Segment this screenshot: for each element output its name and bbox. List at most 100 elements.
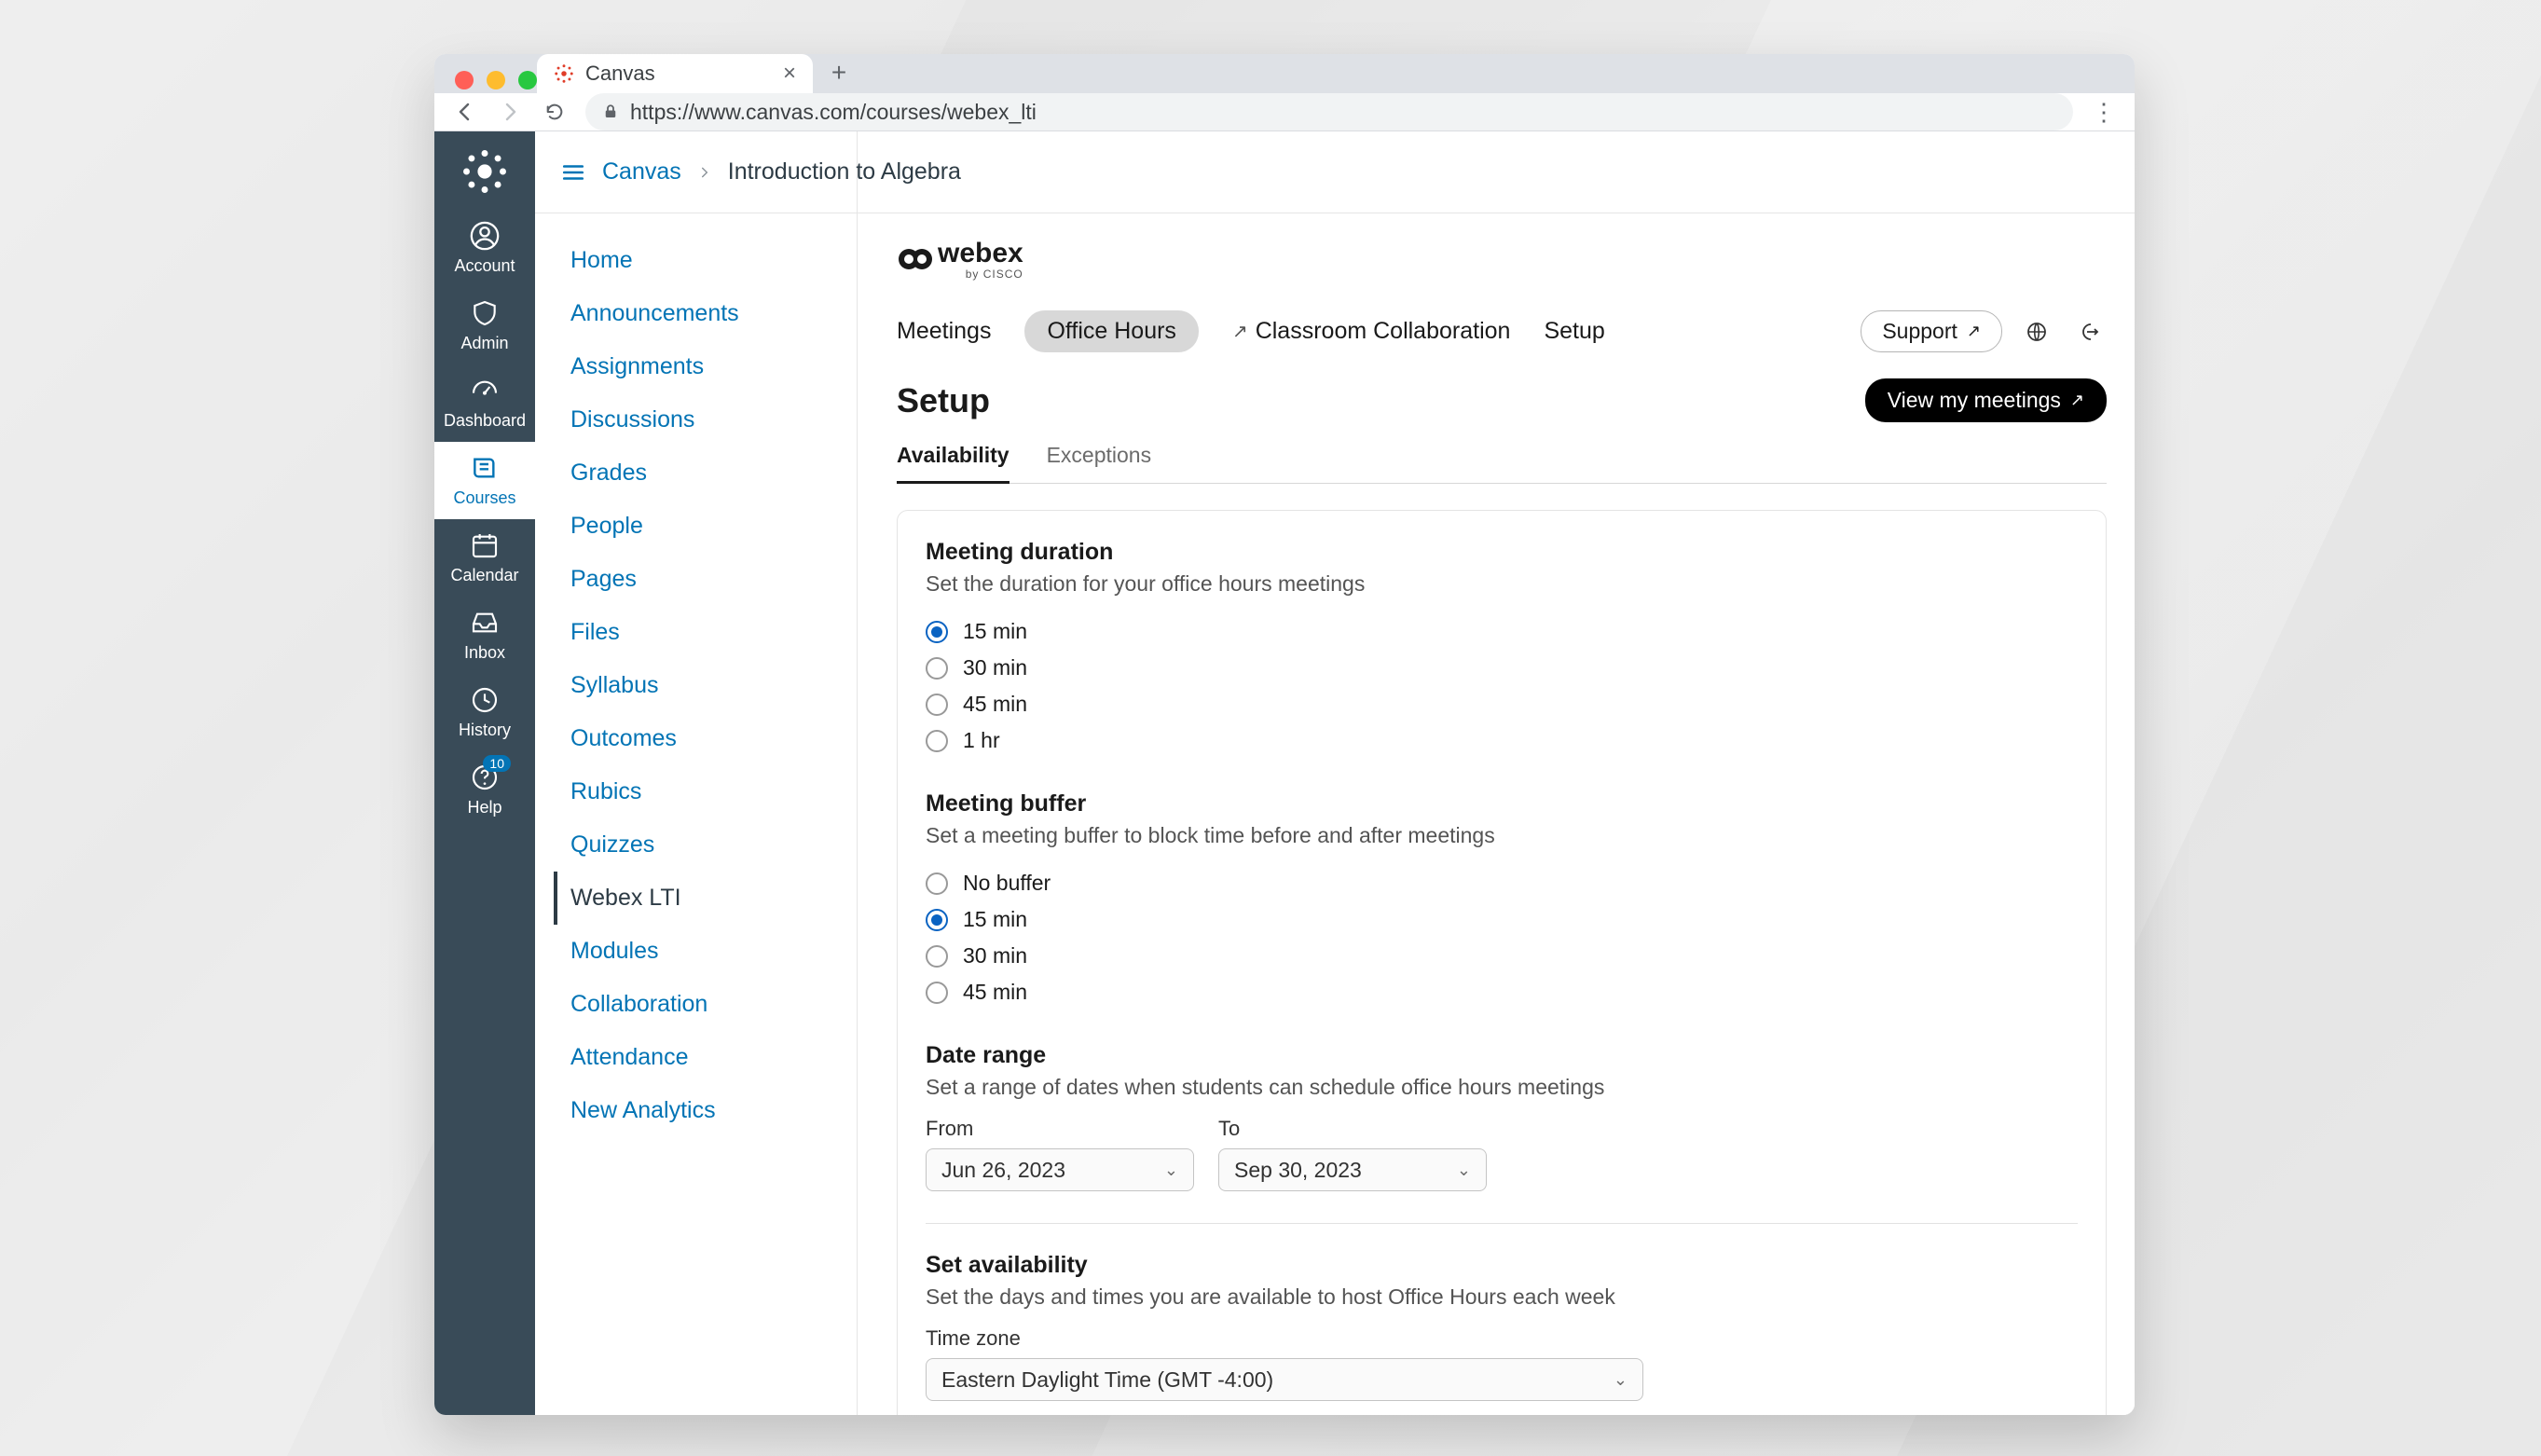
section-title: Set availability — [926, 1252, 2078, 1279]
browser-tab-bar: Canvas × + — [434, 54, 2135, 93]
section-title: Meeting duration — [926, 539, 2078, 566]
browser-menu-button[interactable]: ⋮ — [2090, 98, 2118, 127]
nav-reload-button[interactable] — [541, 98, 569, 126]
nav-rubics[interactable]: Rubics — [554, 765, 838, 818]
account-icon — [468, 219, 501, 253]
nav-announcements[interactable]: Announcements — [554, 287, 838, 340]
rail-item-account[interactable]: Account — [434, 210, 535, 287]
rail-label: Help — [467, 798, 501, 817]
section-title: Date range — [926, 1042, 2078, 1069]
dashboard-icon — [468, 374, 501, 407]
nav-assignments[interactable]: Assignments — [554, 340, 838, 393]
globe-icon[interactable] — [2019, 314, 2054, 350]
nav-discussions[interactable]: Discussions — [554, 393, 838, 446]
nav-quizzes[interactable]: Quizzes — [554, 818, 838, 872]
sign-out-icon[interactable] — [2071, 314, 2107, 350]
dropdown-value: Eastern Daylight Time (GMT -4:00) — [941, 1367, 1273, 1393]
view-my-meetings-button[interactable]: View my meetings ↗ — [1865, 378, 2107, 422]
rail-item-help[interactable]: 10 Help — [434, 751, 535, 829]
support-button[interactable]: Support ↗ — [1861, 310, 2002, 352]
course-nav: Home Announcements Assignments Discussio… — [535, 131, 858, 1415]
nav-attendance[interactable]: Attendance — [554, 1031, 838, 1084]
rail-item-inbox[interactable]: Inbox — [434, 597, 535, 674]
tab-office-hours[interactable]: Office Hours — [1024, 310, 1198, 352]
nav-new-analytics[interactable]: New Analytics — [554, 1084, 838, 1137]
view-meetings-label: View my meetings — [1888, 388, 2061, 413]
rail-label: Calendar — [450, 566, 518, 585]
page-title: Setup — [897, 381, 990, 420]
nav-files[interactable]: Files — [554, 606, 838, 659]
nav-syllabus[interactable]: Syllabus — [554, 659, 838, 712]
webex-logo: webex by CISCO — [897, 238, 2107, 279]
rail-item-courses[interactable]: Courses — [434, 442, 535, 519]
rail-label: Account — [454, 256, 515, 276]
browser-toolbar: https://www.canvas.com/courses/webex_lti… — [434, 93, 2135, 131]
section-title: Meeting buffer — [926, 790, 2078, 817]
webex-brand-text: webex — [938, 238, 1023, 268]
duration-option-45min[interactable]: 45 min — [926, 686, 2078, 722]
nav-back-button[interactable] — [451, 98, 479, 126]
nav-grades[interactable]: Grades — [554, 446, 838, 500]
window-maximize-button[interactable] — [518, 71, 537, 89]
app-body: Account Admin Dashboard Courses Calendar… — [434, 131, 2135, 1415]
main-content: Canvas Introduction to Algebra webex by … — [858, 131, 2135, 1415]
window-controls — [455, 71, 537, 89]
address-bar[interactable]: https://www.canvas.com/courses/webex_lti — [585, 93, 2073, 130]
subtab-exceptions[interactable]: Exceptions — [1047, 443, 1152, 483]
radio-icon — [926, 657, 948, 680]
nav-pages[interactable]: Pages — [554, 553, 838, 606]
nav-webex-lti[interactable]: Webex LTI — [554, 872, 838, 925]
nav-home[interactable]: Home — [554, 234, 838, 287]
date-from-dropdown[interactable]: Jun 26, 2023 ⌄ — [926, 1148, 1194, 1191]
canvas-logo-icon[interactable] — [458, 144, 512, 199]
section-desc: Set a range of dates when students can s… — [926, 1075, 2078, 1100]
duration-option-1hr[interactable]: 1 hr — [926, 722, 2078, 759]
nav-forward-button[interactable] — [496, 98, 524, 126]
nav-collaboration[interactable]: Collaboration — [554, 978, 838, 1031]
external-link-icon: ↗ — [1232, 320, 1248, 343]
subtab-availability[interactable]: Availability — [897, 443, 1010, 484]
buffer-option-45min[interactable]: 45 min — [926, 974, 2078, 1010]
window-close-button[interactable] — [455, 71, 474, 89]
buffer-option-none[interactable]: No buffer — [926, 865, 2078, 901]
chevron-down-icon: ⌄ — [1457, 1161, 1471, 1180]
tab-close-icon[interactable]: × — [783, 61, 796, 87]
rail-item-dashboard[interactable]: Dashboard — [434, 364, 535, 442]
tab-meetings[interactable]: Meetings — [897, 310, 991, 352]
breadcrumb-root[interactable]: Canvas — [602, 158, 681, 185]
section-meeting-buffer: Meeting buffer Set a meeting buffer to b… — [926, 790, 2078, 1010]
tab-title: Canvas — [585, 62, 655, 86]
new-tab-button[interactable]: + — [820, 54, 858, 91]
hamburger-icon[interactable] — [561, 160, 585, 185]
buffer-option-30min[interactable]: 30 min — [926, 938, 2078, 974]
nav-modules[interactable]: Modules — [554, 925, 838, 978]
buffer-option-15min[interactable]: 15 min — [926, 901, 2078, 938]
window-minimize-button[interactable] — [487, 71, 505, 89]
nav-outcomes[interactable]: Outcomes — [554, 712, 838, 765]
inbox-icon — [468, 606, 501, 639]
rail-item-history[interactable]: History — [434, 674, 535, 751]
canvas-favicon-icon — [554, 63, 574, 84]
nav-people[interactable]: People — [554, 500, 838, 553]
rail-label: Courses — [453, 488, 515, 508]
duration-option-30min[interactable]: 30 min — [926, 650, 2078, 686]
radio-icon — [926, 872, 948, 895]
browser-tab[interactable]: Canvas × — [537, 54, 813, 93]
external-link-icon: ↗ — [1967, 322, 1981, 341]
tab-setup[interactable]: Setup — [1544, 310, 1604, 352]
duration-option-15min[interactable]: 15 min — [926, 613, 2078, 650]
date-to-dropdown[interactable]: Sep 30, 2023 ⌄ — [1218, 1148, 1487, 1191]
rail-item-admin[interactable]: Admin — [434, 287, 535, 364]
lock-icon — [602, 103, 619, 120]
webex-brand-sub: by CISCO — [938, 269, 1023, 279]
chevron-down-icon: ⌄ — [1164, 1161, 1178, 1180]
external-link-icon: ↗ — [2070, 391, 2084, 410]
settings-card: Meeting duration Set the duration for yo… — [897, 510, 2107, 1415]
breadcrumb: Canvas Introduction to Algebra — [535, 131, 2135, 213]
section-desc: Set the days and times you are available… — [926, 1284, 2078, 1310]
timezone-dropdown[interactable]: Eastern Daylight Time (GMT -4:00) ⌄ — [926, 1358, 1643, 1401]
rail-label: Dashboard — [444, 411, 526, 431]
tab-classroom-collaboration[interactable]: ↗ Classroom Collaboration — [1232, 310, 1511, 352]
radio-label: 30 min — [963, 943, 1027, 968]
rail-item-calendar[interactable]: Calendar — [434, 519, 535, 597]
